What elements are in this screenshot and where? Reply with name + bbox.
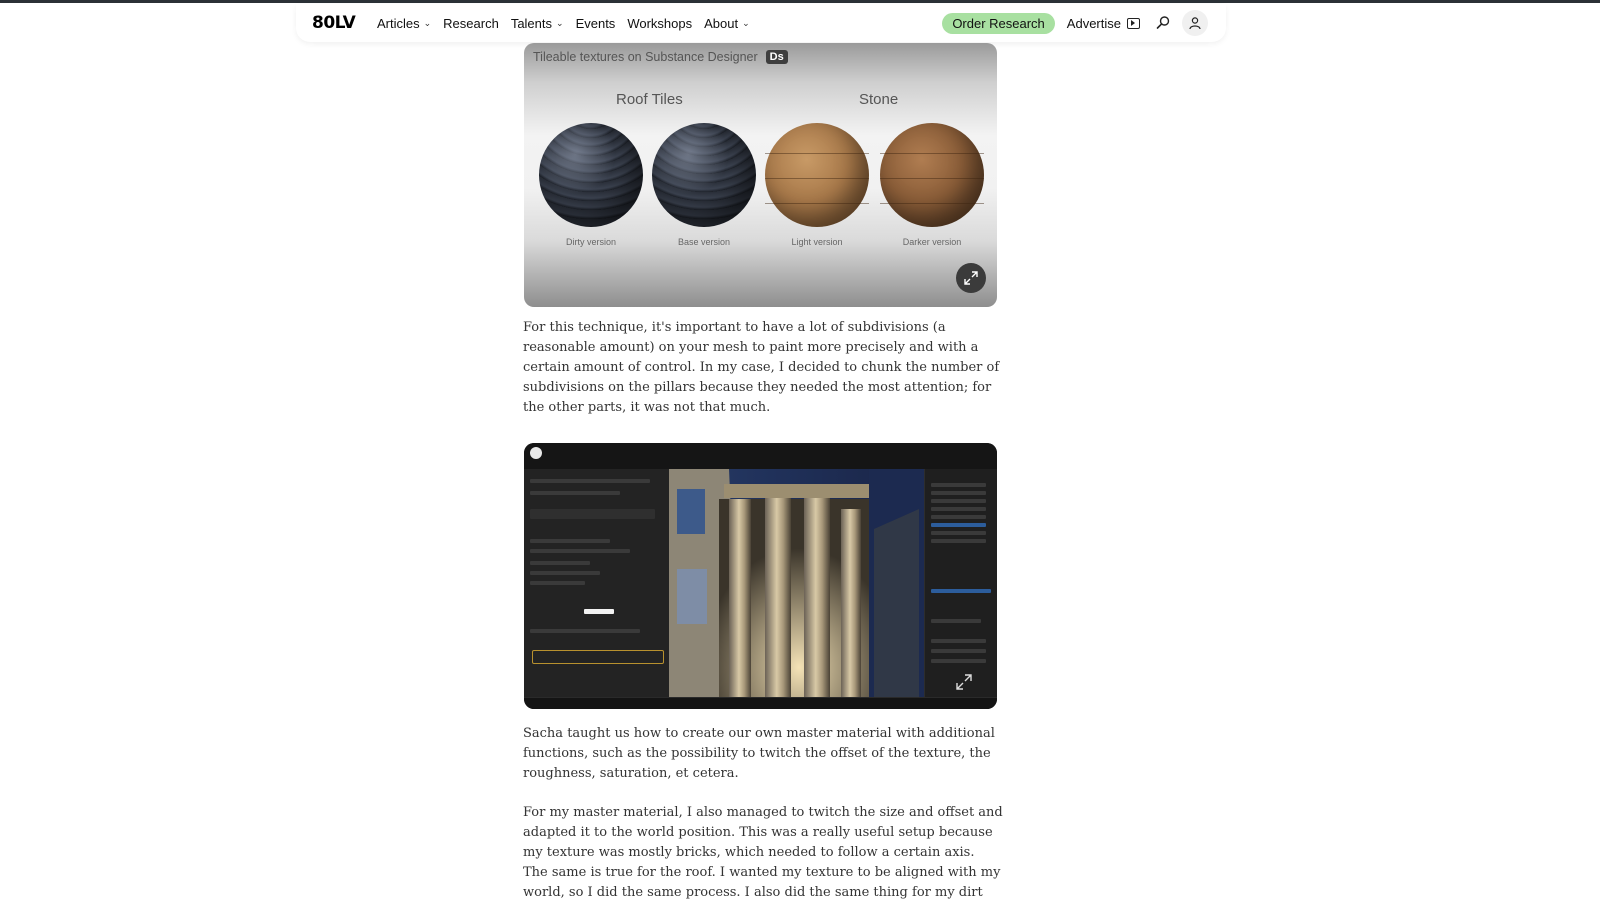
expand-image-button[interactable] (956, 263, 986, 293)
order-research-button[interactable]: Order Research (942, 12, 1055, 34)
panel-row (931, 507, 986, 511)
chevron-down-icon: ⌄ (742, 17, 750, 28)
stone-seam (765, 203, 869, 204)
nav-item-research[interactable]: Research (443, 16, 499, 31)
article-paragraph: Sacha taught us how to create our own ma… (523, 726, 995, 781)
panel-row (530, 561, 590, 565)
stone-sphere-light (765, 123, 869, 227)
substance-designer-badge: Ds (765, 50, 788, 64)
panel-row (931, 659, 986, 663)
panel-row (931, 649, 986, 653)
nav-item-label: Articles (377, 15, 420, 31)
article-paragraph: For my master material, I also managed t… (523, 805, 1003, 900)
stone-seam (880, 203, 984, 204)
sphere-label-dirty: Dirty version (565, 237, 616, 247)
stone-seam (880, 153, 984, 154)
building-facade-render (669, 469, 924, 697)
panel-row (931, 499, 986, 503)
panel-row (530, 629, 640, 633)
top-navbar: 80LV Articles ⌄ Research Talents ⌄ Event… (296, 4, 1226, 42)
editor-outliner-panel (924, 469, 997, 697)
editor-mesh-paint-panel (524, 469, 669, 697)
roof-tile-sphere-dirty (539, 123, 643, 227)
advertise-label: Advertise (1066, 15, 1121, 31)
editor-status-bar (524, 697, 997, 709)
stone-seam (765, 178, 869, 179)
expand-icon[interactable] (955, 673, 973, 691)
nav-item-workshops[interactable]: Workshops (627, 16, 692, 31)
panel-row (530, 581, 585, 585)
chevron-down-icon: ⌄ (423, 17, 432, 28)
site-logo[interactable]: 80LV (312, 13, 356, 33)
nav-item-articles[interactable]: Articles ⌄ (377, 16, 431, 31)
nav-item-label: Talents (510, 15, 553, 31)
group-label-stone: Stone (859, 91, 899, 108)
roof-tile-sphere-base (652, 123, 756, 227)
search-icon[interactable] (1154, 14, 1172, 32)
nav-item-about[interactable]: About ⌄ (704, 16, 750, 31)
unreal-editor-screenshot (524, 443, 997, 709)
color-swatch (584, 609, 614, 614)
group-label-roof-tiles: Roof Tiles (616, 91, 683, 108)
texture-showcase-image: Tileable textures on Substance Designer … (524, 43, 997, 307)
panel-row (530, 549, 630, 553)
nav-actions: Order Research Advertise (942, 4, 1208, 42)
play-icon (1127, 17, 1140, 29)
panel-row (530, 539, 610, 543)
stone-seam (765, 153, 869, 154)
figure-caption-text: Tileable textures on Substance Designer (533, 50, 758, 64)
sphere-label-darker: Darker version (902, 237, 962, 247)
figure-caption: Tileable textures on Substance Designer … (533, 50, 788, 64)
panel-row (931, 539, 986, 543)
panel-row (530, 479, 650, 483)
panel-row (931, 531, 986, 535)
panel-row (931, 639, 986, 643)
nav-item-label: Workshops (627, 15, 693, 31)
panel-row (530, 571, 600, 575)
panel-row (931, 491, 986, 495)
stone-seam (880, 178, 984, 179)
panel-row (931, 515, 986, 519)
nav-item-talents[interactable]: Talents ⌄ (511, 16, 564, 31)
panel-row-selected (931, 589, 991, 593)
unreal-logo-icon (530, 447, 542, 459)
user-account-button[interactable] (1182, 10, 1208, 36)
nav-item-label: About (704, 15, 739, 31)
nav-item-label: Events (575, 15, 616, 31)
warning-box (532, 650, 664, 664)
user-icon (1189, 17, 1201, 30)
nav-item-events[interactable]: Events (576, 16, 616, 31)
editor-viewport (669, 469, 924, 697)
sphere-label-light: Light version (791, 237, 843, 247)
sphere-label-base: Base version (677, 237, 731, 247)
panel-row (931, 483, 986, 487)
advertise-link[interactable]: Advertise (1067, 16, 1140, 31)
panel-toolbar (530, 509, 655, 519)
expand-icon (964, 271, 978, 285)
editor-menu-bar (524, 443, 997, 470)
nav-item-label: Research (443, 15, 499, 31)
panel-row-selected (931, 523, 986, 527)
panel-row (931, 619, 981, 623)
chevron-down-icon: ⌄ (556, 17, 564, 28)
stone-sphere-darker (880, 123, 984, 227)
panel-row (530, 491, 620, 495)
article-paragraph: For this technique, it's important to ha… (523, 320, 1000, 415)
nav-menu: Articles ⌄ Research Talents ⌄ Events Wor… (377, 4, 762, 42)
top-border (0, 0, 1600, 3)
